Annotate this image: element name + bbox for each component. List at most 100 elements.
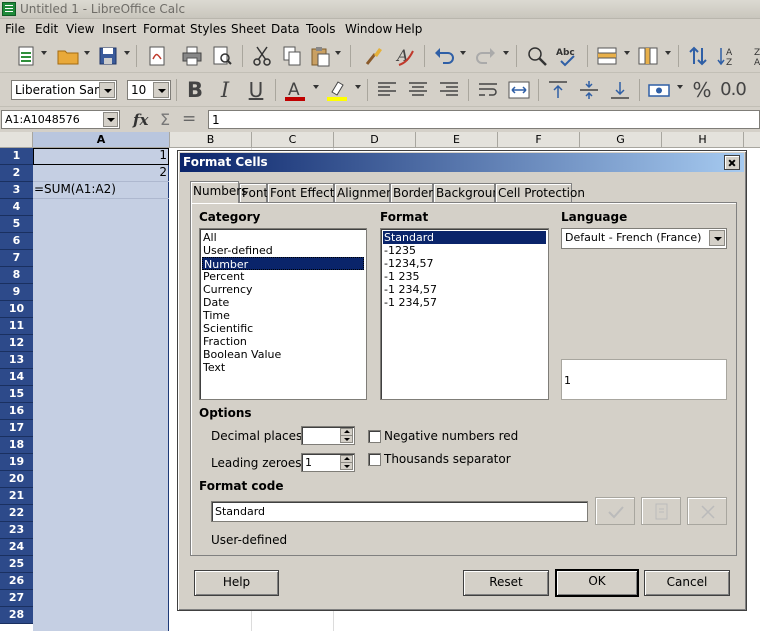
leading-zeroes-stepper[interactable]: 1 [301, 453, 355, 472]
row-header[interactable]: 1 [0, 148, 33, 165]
column-header-b[interactable]: B [170, 132, 252, 148]
select-all-corner[interactable] [0, 132, 33, 148]
column-header-i[interactable] [744, 132, 760, 148]
row-header[interactable]: 2 [0, 165, 33, 182]
thousands-separator-checkbox[interactable] [368, 453, 381, 466]
row-header[interactable]: 12 [0, 335, 33, 352]
sum-icon[interactable]: Σ [160, 110, 170, 129]
sort-ascending-icon[interactable]: AZ [716, 44, 740, 68]
thousands-separator-label[interactable]: Thousands separator [384, 452, 511, 466]
category-item[interactable]: Date [202, 296, 364, 309]
tab-font-effects[interactable]: Font Effects [267, 183, 341, 202]
row-icon[interactable] [595, 44, 619, 68]
category-item[interactable]: Text [202, 361, 364, 374]
category-list[interactable]: All User-defined Number Percent Currency Date… [199, 228, 367, 400]
tab-borders[interactable]: Borders [390, 183, 439, 202]
italic-button[interactable]: I [213, 78, 237, 102]
chevron-down-icon[interactable] [153, 82, 169, 98]
row-header[interactable]: 11 [0, 318, 33, 335]
font-color-icon[interactable]: A [283, 78, 307, 102]
edit-comment-button[interactable] [641, 497, 681, 525]
menu-help[interactable]: Help [395, 22, 422, 36]
percent-format-button[interactable]: % [690, 78, 714, 102]
row-header[interactable]: 14 [0, 369, 33, 386]
row-header[interactable]: 5 [0, 216, 33, 233]
undo-icon[interactable] [432, 44, 456, 68]
font-size-combo[interactable]: 10 [127, 80, 171, 100]
menu-sheet[interactable]: Sheet [231, 22, 266, 36]
paste-dropdown-icon[interactable] [335, 51, 341, 55]
row-header[interactable]: 23 [0, 522, 33, 539]
tab-alignment[interactable]: Alignment [334, 183, 398, 202]
undo-dropdown-icon[interactable] [460, 51, 466, 55]
decrement-icon[interactable] [340, 435, 353, 443]
format-code-input[interactable]: Standard [211, 501, 588, 522]
clear-formatting-icon[interactable]: A [393, 44, 417, 68]
row-header[interactable]: 9 [0, 284, 33, 301]
bold-button[interactable]: B [183, 78, 207, 102]
paste-icon[interactable] [308, 44, 332, 68]
highlight-dropdown-icon[interactable] [355, 85, 361, 89]
row-header[interactable]: 21 [0, 488, 33, 505]
row-header[interactable]: 6 [0, 233, 33, 250]
menu-window[interactable]: Window [345, 22, 392, 36]
align-left-icon[interactable] [375, 78, 399, 102]
cancel-button[interactable]: Cancel [644, 570, 730, 596]
format-list[interactable]: Standard -1235 -1234,57 -1 235 -1 234,57 -1 2… [380, 228, 549, 400]
close-icon[interactable] [724, 155, 740, 170]
add-format-button[interactable] [595, 497, 635, 525]
column-header-g[interactable]: G [580, 132, 662, 148]
formula-icon[interactable]: = [182, 109, 196, 129]
menu-insert[interactable]: Insert [102, 22, 136, 36]
currency-format-icon[interactable] [647, 78, 671, 102]
font-name-combo[interactable]: Liberation Sans [11, 80, 117, 100]
column-a-selection[interactable] [33, 148, 169, 631]
cell-a2[interactable]: 2 [33, 165, 169, 182]
menu-tools[interactable]: Tools [306, 22, 336, 36]
category-item[interactable]: Fraction [202, 335, 364, 348]
center-vertically-icon[interactable] [577, 78, 601, 102]
cell-a3[interactable]: =SUM(A1:A2) [33, 182, 169, 199]
delete-format-button[interactable] [687, 497, 727, 525]
function-wizard-icon[interactable]: fx [133, 111, 148, 129]
underline-button[interactable]: U [244, 78, 268, 102]
highlight-color-icon[interactable] [325, 78, 349, 102]
export-pdf-icon[interactable] [145, 44, 169, 68]
row-header[interactable]: 16 [0, 403, 33, 420]
row-header[interactable]: 4 [0, 199, 33, 216]
menu-format[interactable]: Format [143, 22, 185, 36]
format-item[interactable]: Standard [383, 231, 546, 244]
row-dropdown-icon[interactable] [624, 51, 630, 55]
category-item[interactable]: Percent [202, 270, 364, 283]
merge-cells-icon[interactable] [507, 78, 531, 102]
wrap-text-icon[interactable] [476, 78, 500, 102]
column-header-d[interactable]: D [334, 132, 416, 148]
decrement-icon[interactable] [340, 462, 353, 470]
chevron-down-icon[interactable] [709, 230, 725, 246]
reset-button[interactable]: Reset [463, 570, 549, 596]
category-item[interactable]: User-defined [202, 244, 364, 257]
spelling-icon[interactable]: Abc [555, 44, 579, 68]
print-preview-icon[interactable] [210, 44, 234, 68]
row-header[interactable]: 27 [0, 590, 33, 607]
menu-data[interactable]: Data [271, 22, 300, 36]
column-header-a[interactable]: A [33, 132, 170, 148]
category-item[interactable]: Boolean Value [202, 348, 364, 361]
menu-styles[interactable]: Styles [190, 22, 226, 36]
row-header[interactable]: 8 [0, 267, 33, 284]
sort-descending-icon[interactable]: ZA [744, 44, 760, 68]
row-header[interactable]: 3 [0, 182, 33, 199]
format-item[interactable]: -1 234,57 [383, 296, 546, 309]
format-item[interactable]: -1 235 [383, 270, 546, 283]
copy-icon[interactable] [280, 44, 304, 68]
language-combo[interactable]: Default - French (France) [561, 228, 727, 249]
row-header[interactable]: 22 [0, 505, 33, 522]
help-button[interactable]: Help [194, 570, 279, 596]
negative-red-label[interactable]: Negative numbers red [384, 429, 518, 443]
menu-view[interactable]: View [66, 22, 94, 36]
row-header[interactable]: 15 [0, 386, 33, 403]
menu-file[interactable]: File [5, 22, 25, 36]
category-item[interactable]: Time [202, 309, 364, 322]
category-item[interactable]: Number [202, 257, 364, 271]
format-item[interactable]: -1 234,57 [383, 283, 546, 296]
